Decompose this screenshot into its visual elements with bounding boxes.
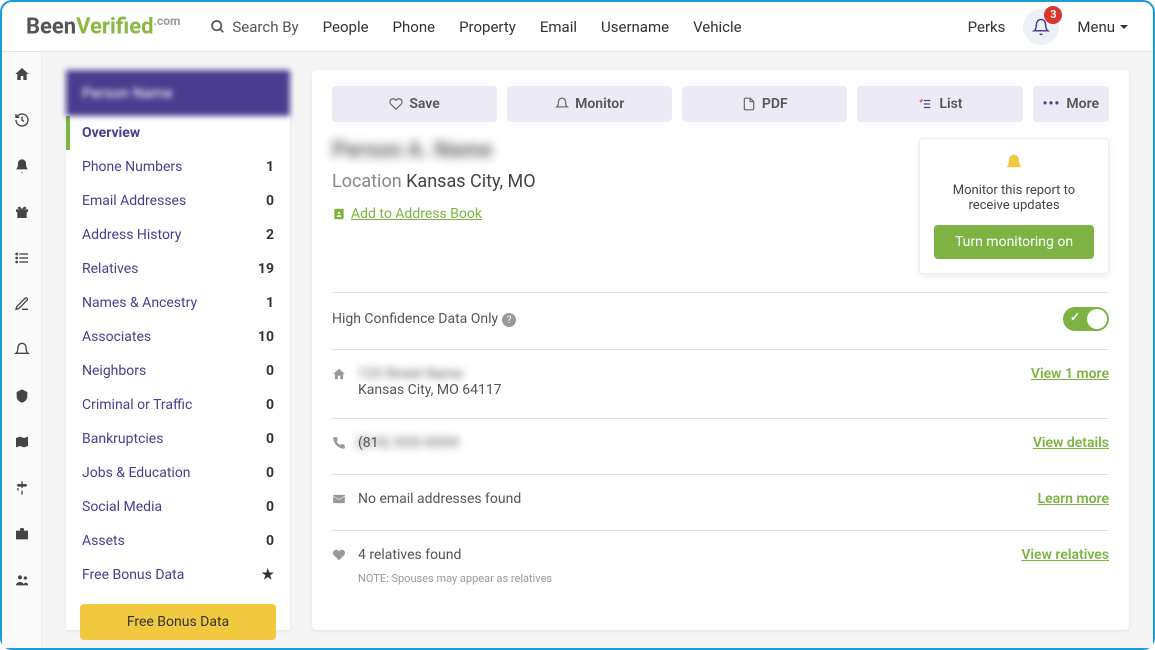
- relatives-note: NOTE: Spouses may appear as relatives: [358, 572, 1109, 585]
- shield-icon[interactable]: [14, 388, 30, 408]
- sidebar-item-bankruptcies[interactable]: Bankruptcies0: [66, 422, 290, 456]
- tab-email[interactable]: Email: [540, 18, 577, 36]
- notifications-button[interactable]: 3: [1023, 9, 1059, 45]
- person-name: Person A. Name: [332, 138, 899, 163]
- bell-icon: [555, 97, 569, 111]
- heart-icon: [332, 547, 348, 566]
- menu-button[interactable]: Menu: [1077, 18, 1129, 36]
- caret-down-icon: [1119, 22, 1129, 32]
- pdf-button[interactable]: PDF: [682, 86, 847, 122]
- action-row: Save Monitor PDF List ••• More: [332, 86, 1109, 122]
- email-text: No email addresses found: [358, 491, 521, 507]
- sidebar-item-phone[interactable]: Phone Numbers1: [66, 150, 290, 184]
- nav-tabs: People Phone Property Email Username Veh…: [323, 18, 742, 36]
- list-check-icon: [917, 97, 933, 111]
- location: Location Kansas City, MO: [332, 171, 899, 192]
- top-bar: BeenVerified.com Search By People Phone …: [2, 2, 1153, 52]
- more-button[interactable]: ••• More: [1033, 86, 1110, 122]
- edit-icon[interactable]: [14, 296, 30, 316]
- alert-icon[interactable]: [14, 158, 30, 178]
- search-icon: [210, 19, 226, 35]
- view-relatives[interactable]: View relatives: [1021, 547, 1109, 563]
- history-icon[interactable]: [14, 112, 30, 132]
- monitor-card: Monitor this report to receive updates T…: [919, 138, 1109, 274]
- sidebar-item-email[interactable]: Email Addresses0: [66, 184, 290, 218]
- sidebar: Person Name Overview Phone Numbers1 Emai…: [66, 70, 290, 630]
- sidebar-item-associates[interactable]: Associates10: [66, 320, 290, 354]
- sidebar-item-neighbors[interactable]: Neighbors0: [66, 354, 290, 388]
- dots-icon: •••: [1043, 96, 1061, 112]
- signpost-icon[interactable]: [14, 480, 30, 500]
- tab-people[interactable]: People: [323, 18, 369, 36]
- users-icon[interactable]: [14, 572, 30, 592]
- view-phone-details[interactable]: View details: [1033, 435, 1109, 451]
- bell-icon: [934, 153, 1094, 177]
- sidebar-item-overview[interactable]: Overview: [66, 116, 290, 150]
- monitor-button[interactable]: Monitor: [507, 86, 672, 122]
- home-icon: [332, 366, 348, 385]
- help-icon[interactable]: ?: [502, 313, 516, 327]
- perks-link[interactable]: Perks: [968, 18, 1006, 36]
- gift-icon[interactable]: [14, 204, 30, 224]
- free-bonus-button[interactable]: Free Bonus Data: [80, 604, 276, 640]
- logo[interactable]: BeenVerified.com: [26, 14, 180, 39]
- map-icon[interactable]: [14, 434, 30, 454]
- phone-icon: [332, 435, 348, 454]
- high-confidence-row: High Confidence Data Only?: [332, 307, 1109, 331]
- address-book-icon: [332, 207, 346, 221]
- relatives-text: 4 relatives found: [358, 547, 461, 563]
- tab-property[interactable]: Property: [459, 18, 516, 36]
- heart-icon: [389, 97, 403, 111]
- notif-badge: 3: [1044, 6, 1062, 24]
- high-confidence-toggle[interactable]: [1063, 307, 1109, 331]
- sidebar-item-jobs[interactable]: Jobs & Education0: [66, 456, 290, 490]
- tab-username[interactable]: Username: [601, 18, 669, 36]
- list-icon[interactable]: [14, 250, 30, 270]
- add-to-address-book[interactable]: Add to Address Book: [332, 206, 899, 222]
- sidebar-item-criminal[interactable]: Criminal or Traffic0: [66, 388, 290, 422]
- home-icon[interactable]: [14, 66, 30, 86]
- briefcase-icon[interactable]: [14, 526, 30, 546]
- search-by[interactable]: Search By: [210, 18, 298, 36]
- main-panel: Save Monitor PDF List ••• More: [312, 70, 1129, 630]
- sidebar-item-relatives[interactable]: Relatives19: [66, 252, 290, 286]
- view-more-address[interactable]: View 1 more: [1031, 366, 1109, 382]
- bell-outline-icon[interactable]: [14, 342, 30, 362]
- turn-monitoring-on-button[interactable]: Turn monitoring on: [934, 225, 1094, 259]
- sidebar-header: Person Name: [66, 70, 290, 116]
- sidebar-item-social[interactable]: Social Media0: [66, 490, 290, 524]
- sidebar-item-bonus[interactable]: Free Bonus Data★: [66, 558, 290, 592]
- sidebar-item-address[interactable]: Address History2: [66, 218, 290, 252]
- mail-icon: [332, 491, 348, 510]
- icon-rail: [2, 52, 42, 648]
- address-text: 123 Street Name Kansas City, MO 64117: [358, 366, 502, 398]
- tab-vehicle[interactable]: Vehicle: [693, 18, 742, 36]
- sidebar-item-names[interactable]: Names & Ancestry1: [66, 286, 290, 320]
- monitor-text: Monitor this report to receive updates: [934, 183, 1094, 213]
- list-button[interactable]: List: [857, 86, 1022, 122]
- tab-phone[interactable]: Phone: [393, 18, 436, 36]
- save-button[interactable]: Save: [332, 86, 497, 122]
- sidebar-item-assets[interactable]: Assets0: [66, 524, 290, 558]
- learn-more-email[interactable]: Learn more: [1038, 491, 1109, 507]
- phone-text: (81(81X) XXX-XXXX: [358, 435, 459, 451]
- file-icon: [742, 97, 756, 111]
